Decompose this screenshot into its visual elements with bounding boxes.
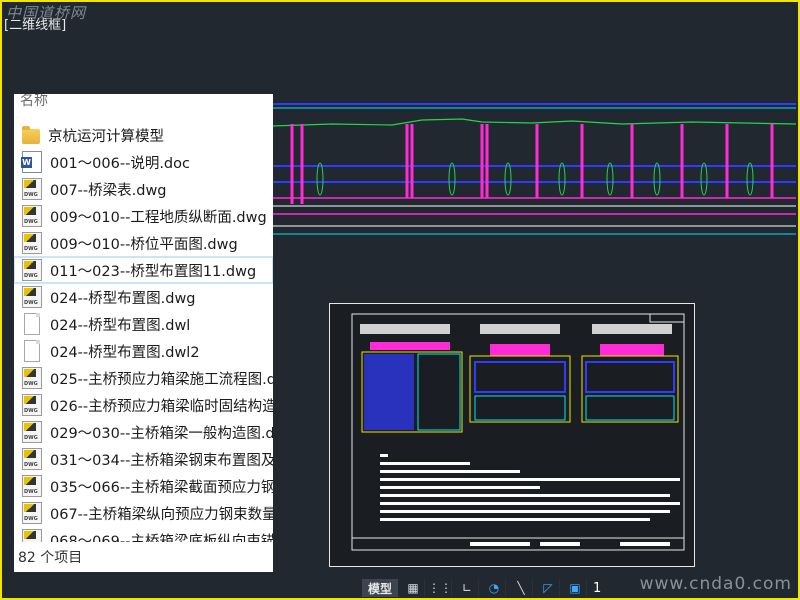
file-item[interactable]: 024--桥型布置图.dwl2 — [14, 338, 273, 364]
file-item[interactable]: 009～010--工程地质纵断面.dwg — [14, 203, 273, 229]
section-1 — [360, 324, 463, 433]
notes-block — [380, 454, 680, 521]
file-name: 024--桥型布置图.dwg — [50, 290, 196, 307]
file-name: 009～010--桥位平面图.dwg — [50, 236, 238, 253]
section-2 — [469, 324, 571, 423]
file-list: 京杭运河计算模型 001～006--说明.doc 007--桥梁表.dwg 00… — [14, 122, 273, 554]
dwg-file-icon — [22, 286, 42, 308]
file-item[interactable]: 001～006--说明.doc — [14, 149, 273, 175]
viewport-visual-style-label[interactable]: [二维线框] — [4, 14, 66, 33]
dwg-file-icon — [22, 394, 42, 416]
file-item[interactable]: 024--桥型布置图.dwg — [14, 284, 273, 310]
file-name: 001～006--说明.doc — [50, 155, 190, 172]
folder-icon — [22, 125, 40, 144]
file-name: 024--桥型布置图.dwl2 — [50, 344, 200, 361]
snap-icon[interactable]: ⋮⋮ — [428, 579, 453, 597]
dwg-file-icon — [22, 232, 42, 254]
lineweight-icon[interactable]: ▣ — [564, 579, 588, 597]
file-item[interactable]: 035～066--主桥箱梁截面预应力钢束.dwg — [14, 473, 273, 499]
file-name: 035～066--主桥箱梁截面预应力钢束.dwg — [50, 479, 273, 496]
cad-drawing-sheet[interactable] — [329, 303, 695, 567]
name-column-header[interactable]: 名称 — [20, 94, 48, 110]
ortho-icon[interactable]: ∟ — [456, 579, 480, 597]
file-item[interactable]: 067--主桥箱梁纵向预应力钢束数量表.dwg — [14, 500, 273, 526]
file-item[interactable]: 007--桥梁表.dwg — [14, 176, 273, 202]
dwg-file-icon — [22, 205, 42, 227]
dwg-file-icon — [22, 448, 42, 470]
cad-bridge-elevation-drawing[interactable] — [272, 94, 796, 244]
dwg-file-icon — [22, 475, 42, 497]
file-item-selected[interactable]: 011～023--桥型布置图11.dwg — [14, 256, 273, 284]
isodraft-icon[interactable]: ╲ — [510, 579, 534, 597]
folder-item[interactable]: 京杭运河计算模型 — [14, 122, 273, 148]
dwg-file-icon — [22, 367, 42, 389]
polar-tracking-icon[interactable]: ◔ — [483, 579, 507, 597]
word-doc-icon — [21, 151, 42, 173]
file-name: 067--主桥箱梁纵向预应力钢束数量表.dwg — [50, 506, 273, 523]
file-name: 011～023--桥型布置图11.dwg — [50, 263, 257, 280]
model-tab-button[interactable]: 模型 — [362, 579, 399, 597]
file-explorer-panel[interactable]: 名称 京杭运河计算模型 001～006--说明.doc 007--桥梁表.dwg… — [14, 94, 273, 572]
file-item[interactable]: 029～030--主桥箱梁一般构造图.dwg — [14, 419, 273, 445]
file-name: 009～010--工程地质纵断面.dwg — [50, 209, 267, 226]
file-item[interactable]: 026--主桥预应力箱梁临时固结构造图.dwg — [14, 392, 273, 418]
file-name: 031～034--主桥箱梁钢束布置图及大样.dwg — [50, 452, 273, 469]
section-3 — [581, 324, 679, 423]
title-block — [352, 537, 684, 546]
file-name: 007--桥梁表.dwg — [50, 182, 167, 199]
blank-file-icon — [24, 313, 40, 335]
grid-icon[interactable]: ▦ — [402, 579, 426, 597]
pile-group — [316, 162, 754, 196]
file-name: 029～030--主桥箱梁一般构造图.dwg — [50, 425, 273, 442]
dwg-file-icon — [22, 421, 42, 443]
file-item[interactable]: 009～010--桥位平面图.dwg — [14, 230, 273, 256]
object-snap-icon[interactable]: ◸ — [537, 579, 561, 597]
footer-watermark: www.cnda0.com — [639, 574, 792, 594]
file-name: 026--主桥预应力箱梁临时固结构造图.dwg — [50, 398, 273, 415]
file-name: 025--主桥预应力箱梁施工流程图.dwg — [50, 371, 273, 388]
dwg-file-icon — [22, 178, 42, 200]
file-item[interactable]: 024--桥型布置图.dwl — [14, 311, 273, 337]
dwg-file-icon — [22, 502, 42, 524]
file-item[interactable]: 031～034--主桥箱梁钢束布置图及大样.dwg — [14, 446, 273, 472]
file-name: 京杭运河计算模型 — [48, 128, 164, 145]
item-count-status: 82 个项目 — [14, 542, 273, 572]
dwg-file-icon — [22, 259, 42, 281]
file-item[interactable]: 025--主桥预应力箱梁施工流程图.dwg — [14, 365, 273, 391]
file-name: 024--桥型布置图.dwl — [50, 317, 191, 334]
pier-group — [290, 124, 774, 204]
annotation-scale[interactable]: 1 — [593, 579, 601, 597]
title-tag — [649, 313, 685, 323]
ground-line — [272, 118, 796, 127]
blank-file-icon — [24, 340, 40, 362]
